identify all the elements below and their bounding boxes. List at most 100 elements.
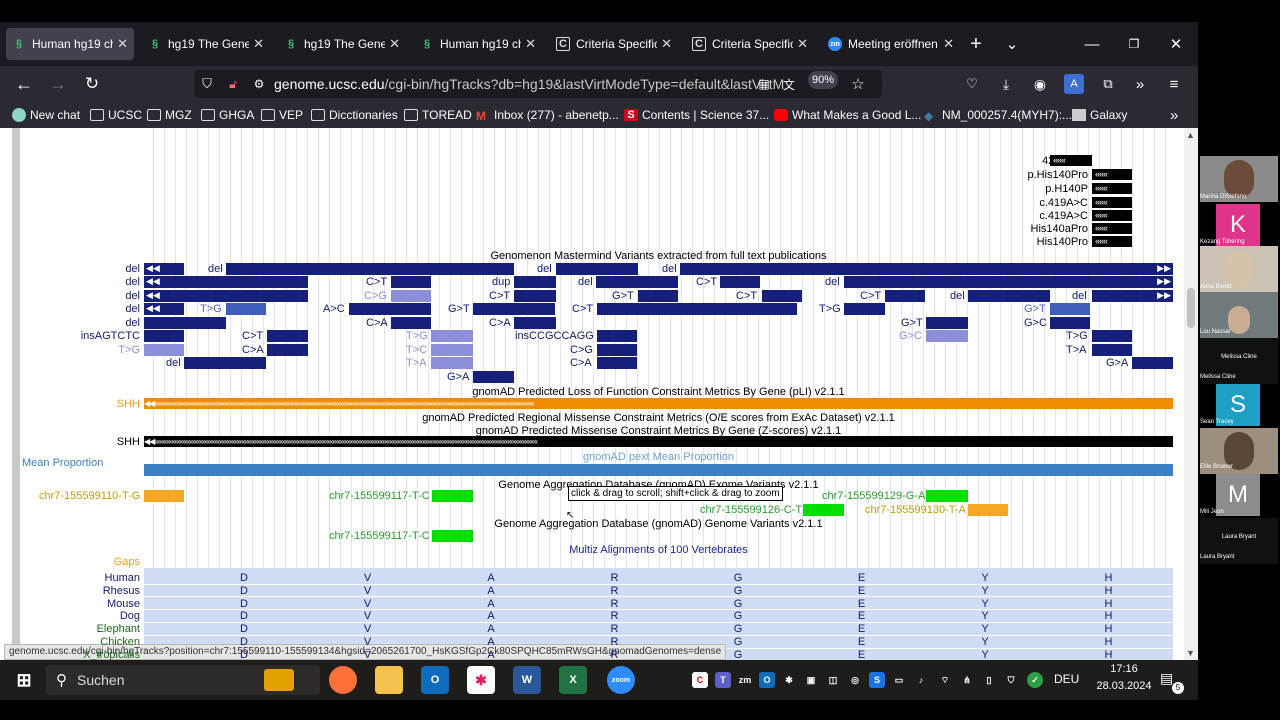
exome-variant-bar[interactable] — [432, 490, 473, 502]
variant-bar[interactable]: ◀◀ — [144, 263, 184, 275]
genome-track-title[interactable]: Genome Aggregation Database (gnomAD) Gen… — [143, 518, 1174, 530]
reload-button[interactable]: ↻ — [80, 72, 104, 96]
clock-time[interactable]: 17:16 — [1098, 663, 1150, 675]
scroll-down-icon[interactable]: ▼ — [1186, 648, 1195, 658]
zoom-level-badge[interactable]: 90% — [808, 71, 838, 89]
bookmark-vep[interactable]: VEP — [261, 106, 303, 124]
variant-bar[interactable] — [556, 263, 638, 275]
pli-track-title[interactable]: gnomAD Predicted Loss of Function Constr… — [143, 386, 1174, 398]
bookmark-ghga[interactable]: GHGA — [201, 106, 254, 124]
windows-start-icon[interactable]: ⊞ — [10, 666, 38, 694]
tab-hg19-gene-2[interactable]: § hg19 The Gene C ✕ — [278, 28, 406, 60]
exome-variant-bar[interactable] — [968, 504, 1008, 516]
account-icon[interactable]: ◉ — [1030, 74, 1050, 94]
variant-bar[interactable] — [1092, 344, 1132, 356]
chevron-down-icon[interactable]: ⌄ — [1000, 32, 1024, 56]
variant-bar[interactable] — [473, 303, 555, 315]
slack-tray-icon[interactable]: ✱ — [781, 672, 797, 688]
forward-button[interactable]: → — [46, 72, 70, 96]
variant-bar[interactable]: ◀◀ — [144, 290, 308, 302]
exome-variant-bar[interactable] — [803, 504, 844, 516]
multiz-track-title[interactable]: Multiz Alignments of 100 Vertebrates — [143, 544, 1174, 556]
regional-missense-track-title[interactable]: gnomAD Predicted Regional Missense Const… — [143, 412, 1174, 424]
variant-bar[interactable] — [267, 330, 308, 342]
zoom-tray-icon[interactable]: zm — [737, 672, 753, 688]
translate-icon[interactable]: 文 — [780, 76, 798, 92]
sync-icon[interactable]: ✓ — [1027, 672, 1043, 688]
variant-bar[interactable] — [431, 357, 473, 369]
file-explorer-icon[interactable] — [375, 666, 403, 694]
variant-bar[interactable] — [1050, 303, 1090, 315]
variant-bar[interactable] — [720, 276, 760, 288]
variant-bar[interactable] — [597, 303, 797, 315]
reader-view-icon[interactable]: ▤ — [756, 76, 772, 92]
wifi-icon[interactable]: ⌔ — [937, 672, 953, 688]
variant-bar[interactable] — [926, 330, 968, 342]
variant-bar[interactable] — [349, 303, 431, 315]
variant-bar[interactable] — [431, 330, 473, 342]
page-scrollbar[interactable]: ▲ ▼ — [1184, 128, 1198, 660]
word-icon[interactable]: W — [513, 666, 541, 694]
clock-date[interactable]: 28.03.2024 — [1088, 680, 1160, 692]
variant-bar[interactable] — [597, 330, 637, 342]
bookmark-toread[interactable]: TOREAD — [404, 106, 472, 124]
address-bar[interactable]: ⛉ 🔓︎ ⚙ genome.ucsc.edu/cgi-bin/hgTracks?… — [194, 70, 882, 98]
tab-zoom-meeting[interactable]: zm Meeting eröffnen ✕ — [822, 28, 960, 60]
variant-bar[interactable] — [514, 290, 556, 302]
variant-bar[interactable] — [226, 263, 514, 275]
variant-bar[interactable] — [514, 276, 556, 288]
speaker-icon[interactable]: ♪ — [913, 672, 929, 688]
close-icon[interactable]: ✕ — [525, 36, 536, 52]
overflow-chevron-icon[interactable]: » — [1130, 74, 1150, 94]
variant-bar[interactable] — [226, 303, 266, 315]
battery-icon[interactable]: ▭ — [891, 672, 907, 688]
variant-bar[interactable] — [762, 290, 802, 302]
variant-bar[interactable] — [514, 317, 556, 329]
close-icon[interactable]: ✕ — [661, 36, 672, 52]
phone-icon[interactable]: ▯ — [981, 672, 997, 688]
bookmark-ucsc[interactable]: UCSC — [90, 106, 142, 124]
genome-variant-bar[interactable] — [432, 530, 473, 542]
variant-bar[interactable] — [144, 344, 184, 356]
variant-bar[interactable] — [1092, 330, 1132, 342]
bookmark-youtube[interactable]: What Makes a Good L... — [774, 106, 921, 124]
chat-tray-icon[interactable]: ◫ — [825, 672, 841, 688]
chrome-tray-icon[interactable]: ◎ — [847, 672, 863, 688]
tab-human-hg19-2[interactable]: § Human hg19 chr7 ✕ — [414, 28, 542, 60]
bookmark-inbox[interactable]: M Inbox (277) - abenetp... — [476, 106, 619, 124]
variant-bar[interactable] — [391, 290, 431, 302]
variant-bar[interactable]: ◀◀ — [144, 276, 308, 288]
variant-bar[interactable] — [267, 344, 308, 356]
variant-bar[interactable]: ▶▶ — [680, 263, 1173, 275]
close-icon[interactable]: ✕ — [253, 36, 264, 52]
variant-bar[interactable] — [184, 357, 266, 369]
taskbar-search[interactable]: ⚲ Suchen — [46, 665, 320, 695]
variant-bar[interactable] — [968, 290, 1050, 302]
outlook-icon[interactable]: O — [421, 666, 449, 694]
translate-extension-icon[interactable]: A — [1064, 74, 1084, 94]
minimize-button[interactable]: — — [1080, 32, 1104, 56]
variant-bar[interactable]: ▶▶ — [844, 276, 1173, 288]
teams-icon[interactable]: T — [715, 672, 731, 688]
window-close-button[interactable]: ✕ — [1164, 32, 1188, 56]
variant-bar[interactable] — [885, 290, 925, 302]
bookmark-new-chat[interactable]: New chat — [12, 106, 80, 124]
genome-browser-page[interactable]: 420C!G ‹‹‹‹‹‹ p.His140Pro ‹‹‹‹‹‹ p.H140P… — [0, 128, 1184, 660]
back-button[interactable]: ← — [12, 72, 36, 96]
variant-bar[interactable] — [431, 344, 473, 356]
outlook-tray-icon[interactable]: O — [759, 672, 775, 688]
new-tab-button[interactable]: + — [964, 32, 988, 56]
bookmarks-overflow-icon[interactable]: » — [1170, 106, 1178, 124]
download-icon[interactable]: ⤓ — [996, 74, 1016, 94]
close-icon[interactable]: ✕ — [389, 36, 400, 52]
screen-tray-icon[interactable]: ▣ — [803, 672, 819, 688]
bookmark-galaxy[interactable]: Galaxy — [1072, 106, 1127, 124]
tab-human-hg19-1[interactable]: § Human hg19 chr7 ✕ — [6, 28, 134, 60]
pli-gene-bar[interactable]: ◀◀‹‹‹‹‹‹‹‹‹‹‹‹‹‹‹‹‹‹‹‹‹‹‹‹‹‹‹‹‹‹‹‹‹‹‹‹‹‹… — [144, 398, 1173, 409]
pext-bar[interactable] — [144, 464, 1173, 476]
shield-tray-icon[interactable]: ⛉ — [1003, 672, 1019, 688]
network-icon[interactable]: ⋔ — [959, 672, 975, 688]
variant-bar[interactable] — [926, 317, 968, 329]
bookmark-mgz[interactable]: MGZ — [147, 106, 192, 124]
notification-icon[interactable]: ▤ — [1160, 670, 1173, 687]
